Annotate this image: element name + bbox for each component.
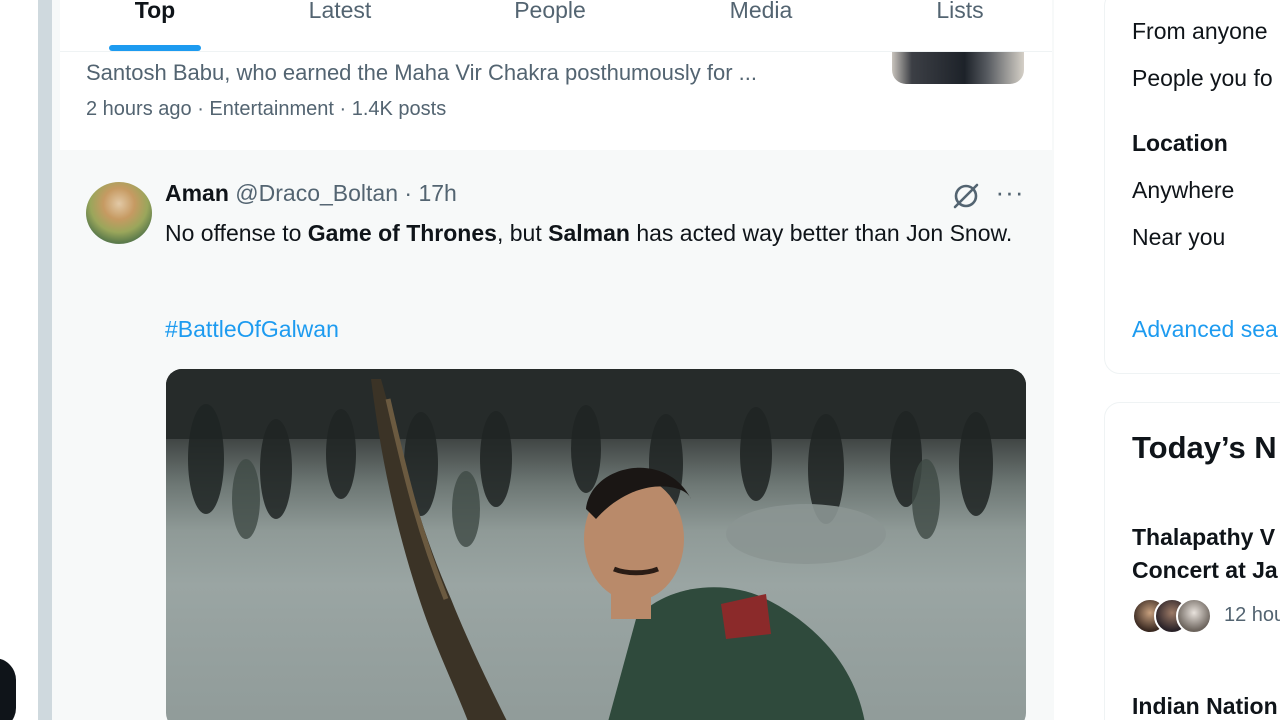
media-illustration	[166, 369, 1026, 720]
trend-meta: 2 hours ago · Entertainment · 1.4K posts	[86, 98, 447, 120]
news-item-1-title-line1[interactable]: Thalapathy V	[1132, 521, 1275, 554]
tab-media[interactable]: Media	[708, 0, 814, 52]
tab-lists[interactable]: Lists	[920, 0, 1000, 52]
main-column: Top Latest People Media Lists Santosh Ba…	[52, 0, 1054, 720]
tweet-text: No offense to Game of Thrones, but Salma…	[165, 220, 1013, 246]
right-sidebar: From anyone People you fo Location Anywh…	[1054, 0, 1280, 720]
todays-news-heading: Today’s N	[1132, 430, 1277, 465]
filter-people-anyone[interactable]: From anyone	[1132, 18, 1268, 45]
avatar[interactable]	[86, 182, 152, 244]
tweet-media-image[interactable]	[166, 369, 1026, 720]
author-handle[interactable]: @Draco_Boltan	[235, 180, 398, 206]
hashtag-link[interactable]: #BattleOfGalwan	[165, 316, 339, 343]
tab-latest[interactable]: Latest	[290, 0, 390, 52]
advanced-search-link[interactable]: Advanced sea	[1132, 316, 1278, 343]
search-tabs: Top Latest People Media Lists	[60, 0, 1052, 52]
grok-icon[interactable]	[950, 180, 982, 212]
news-item-1-title-line2[interactable]: Concert at Ja	[1132, 554, 1278, 587]
trend-description: Santosh Babu, who earned the Maha Vir Ch…	[86, 60, 757, 85]
trend-thumbnail	[892, 52, 1024, 84]
author-name[interactable]: Aman	[165, 180, 229, 206]
tab-people[interactable]: People	[495, 0, 605, 52]
news-avatar-3	[1176, 598, 1212, 634]
bold-game-of-thrones: Game of Thrones	[307, 220, 497, 246]
trending-story[interactable]: Santosh Babu, who earned the Maha Vir Ch…	[60, 52, 1052, 150]
active-tab-indicator	[109, 45, 201, 51]
tweet-header: Aman @Draco_Boltan · 17h	[165, 180, 457, 207]
filter-location-anywhere[interactable]: Anywhere	[1132, 177, 1234, 204]
left-edge	[0, 0, 38, 720]
location-heading: Location	[1132, 130, 1228, 156]
more-options-icon[interactable]: ···	[994, 178, 1026, 210]
tweet[interactable]: Aman @Draco_Boltan · 17h ··· No offense …	[60, 158, 1052, 720]
tweet-time[interactable]: · 17h	[404, 180, 456, 206]
news-item-2-title[interactable]: Indian Nation	[1132, 690, 1278, 720]
bold-salman: Salman	[548, 220, 630, 246]
news-item-1-meta: 12 hou	[1224, 604, 1280, 626]
left-border-rail	[38, 0, 52, 720]
filter-location-near-you[interactable]: Near you	[1132, 224, 1225, 251]
filter-people-you-follow[interactable]: People you fo	[1132, 65, 1273, 92]
